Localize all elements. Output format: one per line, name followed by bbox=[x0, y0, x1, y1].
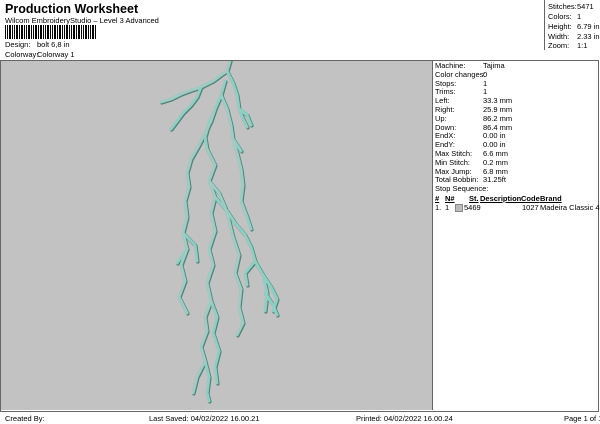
info-value: 1 bbox=[483, 78, 488, 88]
footer: Created By: Last Saved: 04/02/2022 16.00… bbox=[0, 412, 600, 424]
row-num: 1. bbox=[435, 203, 442, 212]
info-value: 0.2 mm bbox=[483, 157, 509, 167]
zoom-value: 1:1 bbox=[577, 41, 588, 50]
info-value: 33.3 mm bbox=[483, 96, 513, 106]
design-value: bolt 6,8 in bbox=[37, 40, 70, 49]
design-preview bbox=[1, 59, 433, 410]
design-stats: Stitches: 5471 Colors: 1 Height: 6.79 in… bbox=[544, 0, 600, 50]
height-value: 6.79 in bbox=[577, 22, 600, 31]
width-value: 2.33 in bbox=[577, 32, 600, 41]
info-label: Machine: bbox=[435, 61, 466, 70]
thread-color-swatch bbox=[455, 204, 463, 212]
row-code: 1027 bbox=[522, 203, 539, 212]
info-value: 6.6 mm bbox=[483, 149, 509, 158]
page-title: Production Worksheet bbox=[5, 2, 139, 16]
info-value: 86.4 mm bbox=[483, 122, 513, 132]
table-row: 1. 1 5469 1027 Madeira Classic 40 bbox=[433, 203, 600, 213]
info-label: Up: bbox=[435, 113, 447, 123]
info-label: EndY: bbox=[435, 140, 456, 150]
row-n: 1 bbox=[445, 203, 450, 212]
info-label: EndX: bbox=[435, 131, 456, 141]
barcode bbox=[5, 25, 96, 39]
height-label: Height: bbox=[548, 22, 572, 31]
col-code: Code bbox=[521, 194, 540, 203]
row-st: 5469 bbox=[464, 203, 481, 212]
colorway-label: Colorway: bbox=[5, 50, 39, 59]
printed-date: Printed: 04/02/2022 16.00.24 bbox=[356, 414, 453, 423]
last-saved: Last Saved: 04/02/2022 16.00.21 bbox=[149, 414, 260, 423]
info-value: 0.00 in bbox=[483, 140, 506, 150]
lightning-bolt-embroidery bbox=[159, 59, 280, 404]
stop-sequence-title: Stop Sequence: bbox=[435, 184, 489, 193]
info-value: 0.00 in bbox=[483, 131, 506, 141]
info-label: Color changes: bbox=[435, 69, 486, 79]
col-brand: Brand bbox=[540, 194, 562, 203]
row-brand: Madeira Classic 40 bbox=[540, 203, 600, 212]
zoom-label: Zoom: bbox=[548, 41, 570, 50]
info-label: Max Jump: bbox=[435, 166, 472, 176]
info-value: 86.2 mm bbox=[483, 113, 513, 123]
col-num: # bbox=[435, 194, 440, 203]
info-label: Down: bbox=[435, 122, 457, 132]
created-by: Created By: bbox=[5, 414, 45, 423]
design-label: Design: bbox=[5, 40, 31, 49]
info-value: 25.9 mm bbox=[483, 105, 513, 114]
info-value: 1 bbox=[483, 87, 488, 97]
info-value: 6.8 mm bbox=[483, 166, 509, 176]
info-label: Stops: bbox=[435, 78, 457, 88]
colors-value: 1 bbox=[577, 12, 582, 21]
col-description: Description bbox=[480, 194, 522, 203]
software-subtitle: Wilcom EmbroideryStudio – Level 3 Advanc… bbox=[5, 16, 159, 25]
info-label: Trims: bbox=[435, 87, 456, 97]
colorway-value: Colorway 1 bbox=[37, 50, 75, 59]
info-label: Right: bbox=[435, 105, 455, 114]
stitches-value: 5471 bbox=[577, 2, 594, 11]
info-label: Max Stitch: bbox=[435, 149, 473, 158]
info-label: Left: bbox=[435, 96, 450, 106]
info-value: Tajima bbox=[483, 61, 505, 70]
stitches-label: Stitches: bbox=[548, 2, 577, 11]
info-label: Min Stitch: bbox=[435, 157, 471, 167]
col-st: St. bbox=[469, 194, 479, 203]
page-number: Page 1 of 1 bbox=[564, 414, 600, 423]
info-value: 0 bbox=[483, 69, 488, 79]
col-n: N# bbox=[445, 194, 455, 203]
colors-label: Colors: bbox=[548, 12, 572, 21]
width-label: Width: bbox=[548, 32, 570, 41]
